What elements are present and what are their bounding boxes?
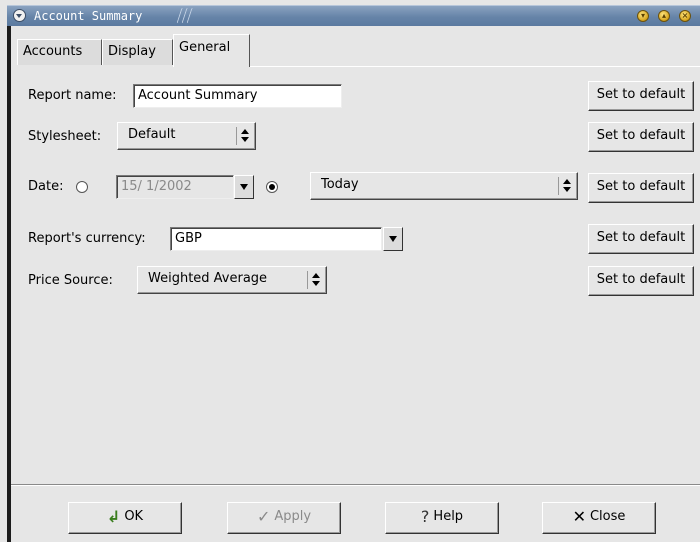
currency-label: Report's currency: — [28, 231, 146, 246]
currency-dropdown-button[interactable] — [383, 227, 403, 251]
tab-general[interactable]: General — [173, 34, 250, 67]
window-title: Account Summary — [34, 9, 143, 23]
tab-display[interactable]: Display — [102, 39, 173, 65]
help-label: Help — [433, 509, 464, 524]
price-source-default-button[interactable]: Set to default — [588, 266, 694, 296]
ok-button[interactable]: ↲ OK — [68, 502, 182, 534]
date-absolute-radio[interactable] — [76, 181, 88, 193]
help-button[interactable]: ? Help — [385, 502, 499, 534]
window-frame-left — [7, 26, 11, 542]
window-menu-icon[interactable] — [13, 9, 26, 22]
updown-icon — [236, 127, 251, 145]
date-label: Date: — [28, 179, 64, 194]
tab-label: Accounts — [23, 44, 83, 59]
date-relative-value: Today — [321, 177, 359, 192]
date-default-button[interactable]: Set to default — [588, 173, 694, 203]
x-icon: ✕ — [572, 507, 586, 526]
minimize-icon[interactable]: ▾ — [637, 10, 649, 22]
updown-icon — [558, 177, 573, 195]
date-absolute-input[interactable]: 15/ 1/2002 — [116, 175, 234, 199]
apply-button[interactable]: ✓ Apply — [227, 502, 341, 534]
ok-label: OK — [124, 509, 144, 524]
report-name-label: Report name: — [28, 88, 117, 103]
date-relative-select[interactable]: Today — [310, 172, 578, 200]
stylesheet-label: Stylesheet: — [28, 129, 102, 144]
tab-panel-border — [250, 66, 700, 67]
button-separator — [11, 484, 700, 486]
stylesheet-select[interactable]: Default — [117, 122, 256, 150]
report-name-default-button[interactable]: Set to default — [588, 81, 694, 111]
window-titlebar[interactable]: Account Summary ▾ ▴ × — [7, 5, 700, 26]
close-window-icon[interactable]: × — [679, 10, 691, 22]
question-icon: ? — [420, 507, 430, 526]
check-icon: ✓ — [256, 507, 271, 526]
ok-arrow-icon: ↲ — [106, 507, 121, 526]
currency-default-button[interactable]: Set to default — [588, 224, 694, 254]
tab-label: General — [179, 40, 231, 55]
titlebar-grip — [176, 8, 213, 23]
price-source-select[interactable]: Weighted Average — [137, 266, 327, 294]
apply-label: Apply — [274, 509, 312, 524]
price-source-label: Price Source: — [28, 273, 113, 288]
updown-icon — [307, 271, 322, 289]
tab-label: Display — [108, 44, 156, 59]
stylesheet-value: Default — [128, 127, 176, 142]
maximize-icon[interactable]: ▴ — [658, 10, 670, 22]
tab-bar: Accounts Display General — [11, 26, 700, 68]
calendar-dropdown-button[interactable] — [234, 175, 254, 199]
stylesheet-default-button[interactable]: Set to default — [588, 122, 694, 152]
date-relative-radio[interactable] — [266, 181, 278, 193]
tab-accounts[interactable]: Accounts — [17, 39, 102, 65]
price-source-value: Weighted Average — [148, 271, 268, 286]
close-button[interactable]: ✕ Close — [542, 502, 656, 534]
currency-input[interactable]: GBP — [170, 227, 382, 251]
report-name-input[interactable]: Account Summary — [133, 84, 342, 108]
close-label: Close — [589, 509, 626, 524]
